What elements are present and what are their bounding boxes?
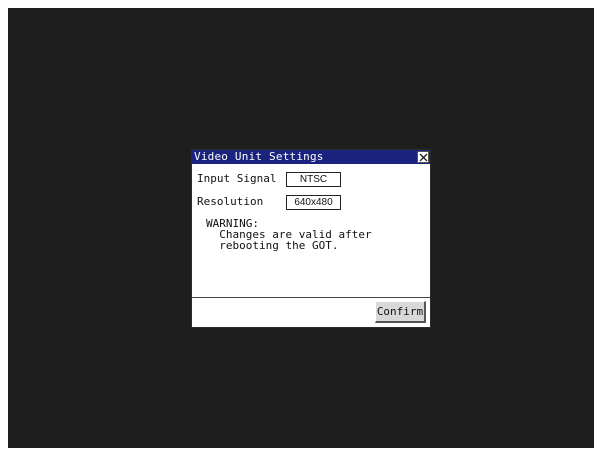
dialog-title: Video Unit Settings <box>194 150 324 163</box>
confirm-button[interactable]: Confirm <box>375 301 426 323</box>
dialog-divider <box>192 297 430 298</box>
warning-line-2: rebooting the GOT. <box>219 239 339 252</box>
input-signal-label: Input Signal <box>197 172 277 185</box>
resolution-label: Resolution <box>197 195 264 208</box>
warning-message: WARNING: Changes are valid after rebooti… <box>206 218 372 251</box>
close-button[interactable] <box>417 151 429 163</box>
screen-background: Video Unit Settings Input Signal NTSC Re… <box>8 8 594 448</box>
video-unit-settings-dialog: Video Unit Settings Input Signal NTSC Re… <box>191 149 431 328</box>
dialog-titlebar: Video Unit Settings <box>192 150 430 164</box>
close-icon <box>419 153 428 162</box>
input-signal-value[interactable]: NTSC <box>286 172 341 187</box>
resolution-value[interactable]: 640x480 <box>286 195 341 210</box>
